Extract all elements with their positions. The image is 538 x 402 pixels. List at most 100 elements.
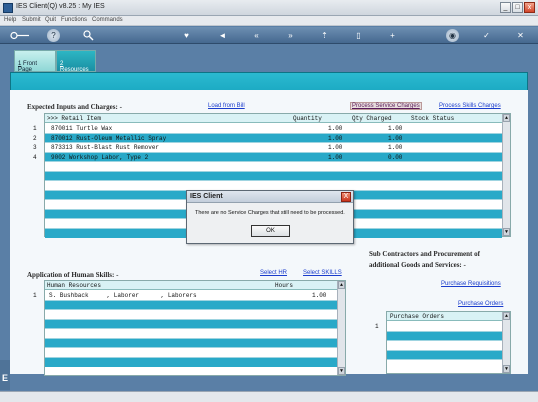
heart-icon[interactable]: ♥ (180, 29, 193, 42)
empty-row[interactable] (45, 338, 337, 348)
row-hours: 1.00 (312, 292, 327, 299)
row-resource: S. Bushback , Laborer , Laborers (49, 292, 197, 299)
table-row[interactable]: 3 873313 Rust-Blast Rust Remover 1.00 1.… (33, 143, 502, 153)
scroll-down-arrow[interactable]: ▼ (503, 365, 510, 373)
empty-row[interactable] (387, 360, 502, 370)
scroll-up-arrow[interactable]: ▲ (503, 312, 510, 320)
empty-row[interactable] (45, 329, 337, 339)
empty-row[interactable] (45, 357, 337, 367)
globe-icon[interactable]: ◉ (446, 29, 459, 42)
empty-row[interactable] (45, 300, 337, 310)
row-number: 4 (33, 153, 37, 161)
row-number: 1 (375, 323, 379, 330)
close-window-button[interactable]: x (524, 2, 535, 13)
select-skills-link[interactable]: Select SKILLS (303, 270, 342, 276)
search-icon[interactable] (82, 29, 95, 42)
row-charged: 1.00 (388, 125, 403, 132)
table-row[interactable]: 1 S. Bushback , Laborer , Laborers 1.00 (33, 291, 337, 301)
empty-row[interactable] (387, 341, 502, 351)
subcontractors-title-line2: additional Goods and Services: - (369, 261, 466, 269)
menu-commands[interactable]: Commands (92, 17, 123, 23)
row-number: 1 (33, 292, 37, 299)
scroll-up-arrow[interactable]: ▲ (503, 114, 510, 122)
empty-row[interactable] (45, 319, 337, 329)
skills-table[interactable]: Human Resources Hours 1 S. Bushback , La… (33, 280, 346, 376)
tab-front-page[interactable]: 1 Front Page (14, 50, 56, 73)
upload-icon[interactable]: ⇡ (318, 29, 331, 42)
empty-row[interactable] (45, 162, 502, 172)
inputs-scrollbar[interactable]: ▲ ▼ (502, 114, 510, 236)
col-purchase-orders: Purchase Orders (390, 313, 445, 320)
scroll-down-arrow[interactable]: ▼ (338, 367, 345, 375)
rewind-icon[interactable]: « (250, 29, 263, 42)
menu-submit[interactable]: Submit (22, 17, 41, 23)
left-edge-panel: E (0, 360, 10, 390)
skills-section-title: Application of Human Skills: - (27, 271, 119, 279)
col-qty-charged: Qty Charged (352, 115, 392, 122)
row-qty: 1.00 (328, 134, 343, 142)
inputs-section-title: Expected Inputs and Charges: - (27, 103, 122, 111)
dialog-message: There are no Service Charges that still … (195, 210, 345, 216)
row-qty: 1.00 (328, 153, 343, 161)
menu-functions[interactable]: Functions (61, 17, 87, 23)
help-icon[interactable]: ? (47, 29, 60, 42)
purchase-orders-scrollbar[interactable]: ▲ ▼ (502, 312, 510, 373)
row-charged: 1.00 (388, 144, 403, 151)
menu-quit[interactable]: Quit (45, 17, 56, 23)
dialog-title-bar: IES Client X (187, 191, 353, 203)
select-hr-link[interactable]: Select HR (260, 270, 287, 276)
table-row[interactable]: 1 870011 Turtle Wax 1.00 1.00 (33, 124, 502, 134)
table-row[interactable]: 1 (375, 322, 502, 332)
table-row[interactable]: 2 870012 Rust-Oleum Metallic Spray 1.00 … (33, 133, 502, 143)
col-stock-status: Stock Status (411, 115, 455, 122)
maximize-button[interactable]: □ (512, 2, 523, 13)
empty-row[interactable] (387, 331, 502, 341)
empty-row[interactable] (45, 348, 337, 358)
dialog-close-button[interactable]: X (341, 192, 351, 202)
purchase-requisitions-link[interactable]: Purchase Requisitions (441, 281, 501, 287)
skills-table-header: Human Resources Hours (45, 281, 337, 290)
row-number: 3 (33, 144, 37, 151)
empty-row[interactable] (45, 171, 502, 181)
dialog-ok-button[interactable]: OK (251, 225, 290, 237)
purchase-orders-table[interactable]: Purchase Orders 1 ▲ ▼ (375, 311, 511, 374)
back-icon[interactable]: ◄ (216, 29, 229, 42)
document-icon[interactable]: ▯ (352, 29, 365, 42)
menu-help[interactable]: Help (4, 17, 16, 23)
purchase-orders-header: Purchase Orders (387, 312, 502, 321)
row-qty: 1.00 (328, 144, 343, 151)
scroll-down-arrow[interactable]: ▼ (503, 228, 510, 236)
window-title: IES Client(Q) v8.25 : My IES (16, 3, 105, 10)
table-row[interactable]: 4 9002 Workshop Labor, Type 2 1.00 0.00 (33, 152, 502, 162)
col-retail-item: >>> Retail Item (47, 115, 102, 122)
row-item: 873313 Rust-Blast Rust Remover (51, 144, 160, 151)
key-icon[interactable] (10, 29, 30, 42)
load-from-bill-link[interactable]: Load from Bill (208, 103, 245, 109)
subcontractors-title-line1: Sub Contractors and Procurement of (369, 250, 480, 258)
process-service-charges-link[interactable]: Process Service Charges (350, 102, 422, 110)
skills-scrollbar[interactable]: ▲ ▼ (337, 281, 345, 375)
status-bar (0, 391, 538, 402)
row-number: 1 (33, 125, 37, 132)
fastforward-icon[interactable]: » (284, 29, 297, 42)
scroll-up-arrow[interactable]: ▲ (338, 281, 345, 289)
dialog-title: IES Client (190, 193, 223, 200)
row-item: 870012 Rust-Oleum Metallic Spray (51, 134, 167, 142)
empty-row[interactable] (387, 350, 502, 360)
app-icon (3, 3, 13, 13)
tab-resources[interactable]: 2 Resources (56, 50, 96, 73)
process-skills-charges-link[interactable]: Process Skills Charges (439, 103, 501, 109)
empty-row[interactable] (45, 310, 337, 320)
row-item: 9002 Workshop Labor, Type 2 (51, 153, 149, 161)
col-hours: Hours (275, 282, 294, 289)
inputs-table-header: >>> Retail Item Quantity Qty Charged Sto… (45, 114, 502, 123)
menu-bar: Help Submit Quit Functions Commands (0, 16, 538, 26)
left-edge-glyph: E (2, 373, 9, 383)
minimize-button[interactable]: _ (500, 2, 511, 13)
close-icon[interactable]: ✕ (514, 29, 527, 42)
col-quantity: Quantity (293, 115, 322, 122)
check-icon[interactable]: ✓ (480, 29, 493, 42)
info-dialog: IES Client X There are no Service Charge… (186, 190, 354, 244)
new-icon[interactable]: + (386, 29, 399, 42)
purchase-orders-link[interactable]: Purchase Orders (458, 301, 503, 307)
